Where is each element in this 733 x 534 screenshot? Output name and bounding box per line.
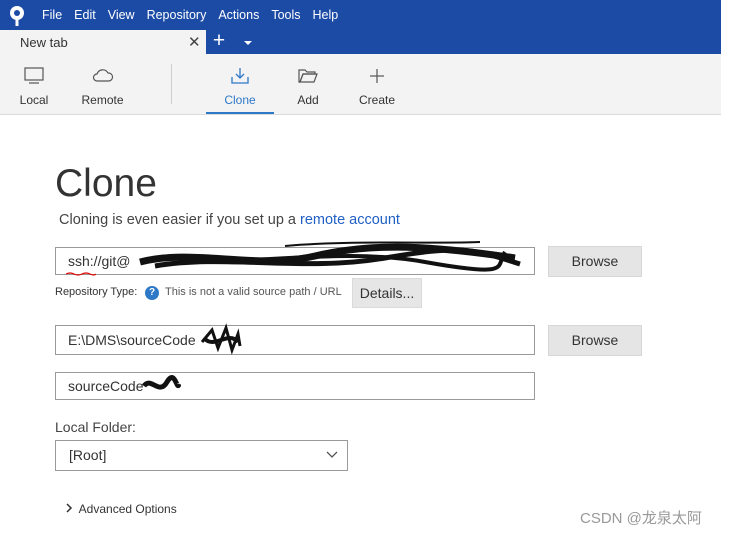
new-tab-button[interactable]: + — [208, 29, 230, 53]
page-title: Clone — [55, 162, 157, 205]
monitor-icon — [24, 67, 44, 84]
menu-view[interactable]: View — [108, 8, 135, 22]
menu-tools[interactable]: Tools — [271, 8, 300, 22]
create-label: Create — [358, 93, 396, 107]
local-folder-label: Local Folder: — [55, 419, 136, 435]
tab-bar: New tab ✕ + — [0, 29, 721, 54]
remote-account-link[interactable]: remote account — [300, 212, 400, 228]
tab-label: New tab — [20, 35, 68, 50]
chevron-down-icon — [326, 451, 338, 458]
add-label: Add — [297, 93, 319, 107]
watermark: CSDN @龙泉太阿 — [580, 510, 702, 527]
clone-button[interactable]: Clone — [206, 54, 274, 114]
repository-type-label: Repository Type: — [55, 286, 138, 298]
menu-repository[interactable]: Repository — [147, 8, 207, 22]
name-input[interactable]: sourceCode — [55, 372, 535, 400]
cloud-icon — [92, 69, 113, 82]
spellcheck-underline — [66, 272, 96, 276]
advanced-options-label: Advanced Options — [78, 502, 177, 516]
destination-path-input[interactable]: E:\DMS\sourceCode — [55, 325, 535, 355]
local-folder-select[interactable]: [Root] — [55, 440, 348, 471]
folder-open-icon — [298, 69, 318, 83]
plus-icon — [370, 69, 384, 83]
subtitle: Cloning is even easier if you set up a r… — [59, 212, 400, 228]
add-button[interactable]: Add — [284, 54, 332, 114]
source-url-value: ssh://git@ — [68, 253, 131, 269]
browse-destination-button[interactable]: Browse — [548, 325, 642, 356]
advanced-options-toggle[interactable]: Advanced Options — [62, 502, 177, 516]
tab-new[interactable]: New tab ✕ — [0, 30, 206, 54]
local-label: Local — [19, 93, 49, 107]
details-button[interactable]: Details... — [352, 278, 422, 308]
name-value: sourceCode — [68, 378, 144, 394]
menu-help[interactable]: Help — [313, 8, 339, 22]
local-folder-value: [Root] — [69, 447, 107, 463]
browse-source-button[interactable]: Browse — [548, 246, 642, 277]
menu-edit[interactable]: Edit — [74, 8, 96, 22]
invalid-source-message: This is not a valid source path / URL — [165, 286, 342, 298]
remote-button[interactable]: Remote — [75, 54, 130, 114]
destination-path-value: E:\DMS\sourceCode — [68, 332, 196, 348]
sourcetree-logo-icon — [10, 6, 24, 26]
menu-actions[interactable]: Actions — [218, 8, 259, 22]
source-url-input[interactable]: ssh://git@ — [55, 247, 535, 275]
local-button[interactable]: Local — [10, 54, 58, 114]
help-icon[interactable]: ? — [145, 286, 159, 300]
toolbar: Local Remote Clone Add Create — [0, 54, 721, 115]
create-button[interactable]: Create — [352, 54, 402, 114]
title-bar: File Edit View Repository Actions Tools … — [0, 0, 721, 30]
active-tab-indicator — [206, 112, 274, 114]
close-icon[interactable]: ✕ — [188, 33, 201, 51]
remote-label: Remote — [81, 93, 124, 107]
toolbar-divider — [171, 64, 172, 104]
download-icon — [231, 68, 249, 84]
chevron-right-icon — [66, 503, 73, 513]
clone-label: Clone — [224, 93, 256, 107]
menu-file[interactable]: File — [42, 8, 62, 22]
subtitle-text: Cloning is even easier if you set up a — [59, 212, 300, 228]
menu-bar: File Edit View Repository Actions Tools … — [42, 8, 350, 22]
chevron-down-icon[interactable] — [242, 37, 254, 49]
